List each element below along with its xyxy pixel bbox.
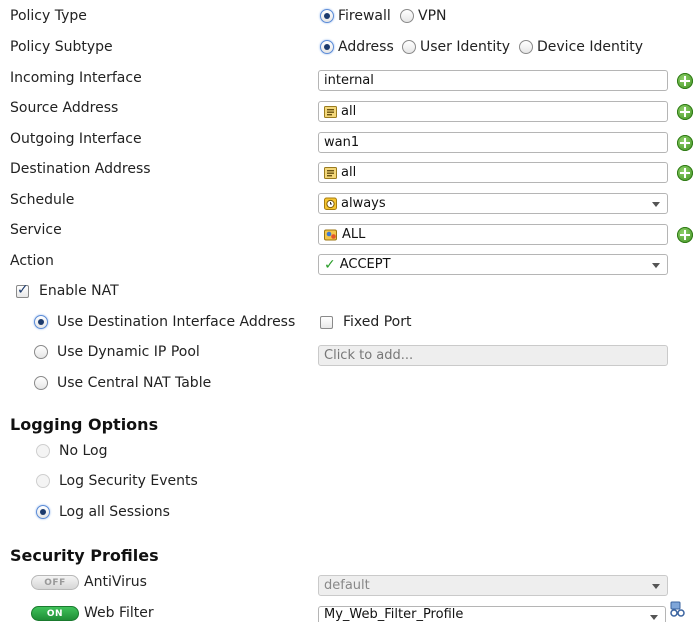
address-object-icon [324,105,337,118]
profile-edit-icon[interactable] [669,601,687,618]
service-group-icon [324,228,338,241]
policy-type-firewall-option[interactable]: Firewall [320,8,391,24]
service-field[interactable]: ALL [318,224,668,245]
add-destination-address-icon[interactable] [677,165,693,181]
source-address-field[interactable]: all [318,101,668,122]
fixed-port-checkbox[interactable] [320,315,333,329]
radio-user-identity[interactable] [402,40,416,54]
action-label: Action [10,253,54,269]
add-source-address-icon[interactable] [677,104,693,120]
service-label: Service [10,222,62,238]
nat-central-table-option[interactable]: Use Central NAT Table [34,375,211,391]
address-object-icon [324,166,337,179]
outgoing-interface-label: Outgoing Interface [10,131,142,147]
log-none-option[interactable]: No Log [36,443,108,459]
log-none-label: No Log [59,443,108,459]
security-profiles-title: Security Profiles [10,546,159,565]
incoming-interface-value: internal [324,73,374,88]
enable-nat-checkbox[interactable] [16,282,29,298]
schedule-clock-icon [324,197,337,210]
nat-dynamic-ip-pool-label: Use Dynamic IP Pool [57,344,200,360]
outgoing-interface-field[interactable]: wan1 [318,132,668,153]
policy-edit-form: Policy Type Firewall VPN Policy Subtype … [0,0,697,622]
source-address-label: Source Address [10,100,119,116]
incoming-interface-field[interactable]: internal [318,70,668,91]
service-value: ALL [342,227,366,242]
nat-central-table-label: Use Central NAT Table [57,375,212,391]
policy-type-firewall-label: Firewall [338,8,391,24]
nat-dynamic-ip-pool-option[interactable]: Use Dynamic IP Pool [34,344,200,360]
policy-type-label: Policy Type [10,8,87,24]
action-select[interactable]: ✓ ACCEPT [318,254,668,275]
log-all-sessions-label: Log all Sessions [59,504,170,520]
policy-subtype-address-option[interactable]: Address [320,39,394,55]
schedule-value: always [341,196,386,211]
chevron-down-icon [652,263,660,268]
log-security-events-label: Log Security Events [59,473,198,489]
logging-options-title: Logging Options [10,415,159,434]
radio-log-security-events[interactable] [36,474,50,488]
policy-type-vpn-label: VPN [418,8,447,24]
destination-address-label: Destination Address [10,161,151,177]
log-security-events-option[interactable]: Log Security Events [36,473,198,489]
destination-address-value: all [341,165,357,180]
fixed-port-option[interactable]: Fixed Port [320,314,411,330]
enable-nat-label: Enable NAT [39,283,119,299]
fixed-port-label: Fixed Port [343,314,412,330]
web-filter-profile-select[interactable]: My_Web_Filter_Profile [318,606,666,622]
policy-type-vpn-option[interactable]: VPN [400,8,447,24]
incoming-interface-label: Incoming Interface [10,70,142,86]
web-filter-profile-value: My_Web_Filter_Profile [324,607,464,622]
antivirus-toggle[interactable]: OFF [31,575,79,590]
antivirus-profile-select[interactable]: default [318,575,668,596]
destination-address-field[interactable]: all [318,162,668,183]
web-filter-toggle[interactable]: ON [31,606,79,621]
radio-vpn[interactable] [400,9,414,23]
outgoing-interface-value: wan1 [324,135,360,150]
ip-pool-input[interactable]: Click to add... [318,345,668,366]
checkmark-icon: ✓ [324,256,336,273]
schedule-select[interactable]: always [318,193,668,214]
radio-no-log[interactable] [36,444,50,458]
action-value: ACCEPT [339,257,391,272]
ip-pool-placeholder: Click to add... [324,348,414,363]
radio-nat-central-table[interactable] [34,376,48,390]
web-filter-label: Web Filter [84,605,154,621]
radio-nat-dynamic-ip-pool[interactable] [34,345,48,359]
chevron-down-icon [652,584,660,589]
schedule-label: Schedule [10,192,75,208]
radio-address[interactable] [320,40,334,54]
radio-firewall[interactable] [320,9,334,23]
policy-subtype-user-identity-option[interactable]: User Identity [402,39,510,55]
policy-subtype-label: Policy Subtype [10,39,113,55]
source-address-value: all [341,104,357,119]
chevron-down-icon [652,202,660,207]
radio-log-all-sessions[interactable] [36,505,50,519]
antivirus-label: AntiVirus [84,574,147,590]
policy-subtype-address-label: Address [338,39,394,55]
antivirus-profile-value: default [324,578,370,593]
radio-device-identity[interactable] [519,40,533,54]
radio-nat-dest-interface[interactable] [34,315,48,329]
nat-dest-interface-option[interactable]: Use Destination Interface Address [34,314,295,330]
add-service-icon[interactable] [677,227,693,243]
add-incoming-interface-icon[interactable] [677,73,693,89]
chevron-down-icon [650,615,658,620]
enable-nat-option[interactable]: Enable NAT [16,282,119,299]
log-all-sessions-option[interactable]: Log all Sessions [36,504,170,520]
policy-subtype-device-identity-option[interactable]: Device Identity [519,39,643,55]
policy-subtype-user-identity-label: User Identity [420,39,511,55]
nat-dest-interface-label: Use Destination Interface Address [57,314,296,330]
add-outgoing-interface-icon[interactable] [677,135,693,151]
policy-subtype-device-identity-label: Device Identity [537,39,643,55]
